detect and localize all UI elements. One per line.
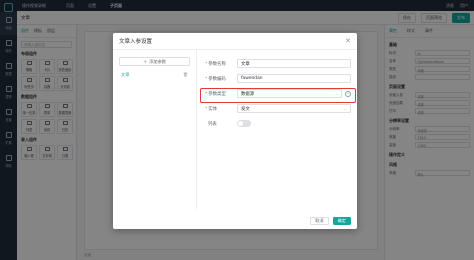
delete-icon[interactable]: 🗑 [183,72,188,77]
param-code-label: *参数编码 [205,76,226,82]
entity-select[interactable]: 发文 ⌄ [237,104,351,113]
param-settings-dialog: 文章入参设置 ✕ ＋ 添加参数 文章 🗑 *参数名称 文章 *参数编码 fawe… [113,33,357,229]
close-icon[interactable]: ✕ [345,37,351,45]
add-param-label: 添加参数 [149,58,166,64]
ok-button[interactable]: 确定 [332,217,351,225]
list-toggle[interactable] [237,120,251,127]
param-list: ＋ 添加参数 文章 🗑 [113,50,197,209]
plus-icon: ＋ [143,58,148,64]
param-name-input[interactable]: 文章 [237,59,351,68]
add-param-button[interactable]: ＋ 添加参数 [119,57,190,66]
cancel-button[interactable]: 取消 [310,217,329,225]
entity-value: 发文 [241,106,250,112]
highlight-box [200,88,356,103]
list-label: 列表 [208,121,217,127]
entity-label: *实体 [205,106,217,112]
dialog-title: 文章入参设置 [119,39,153,45]
param-name-label: *参数名称 [205,61,226,67]
param-list-item[interactable]: 文章 🗑 [119,70,190,79]
chevron-down-icon: ⌄ [343,106,347,111]
param-item-label: 文章 [121,71,130,77]
param-code-input[interactable]: fawendan [237,74,351,83]
